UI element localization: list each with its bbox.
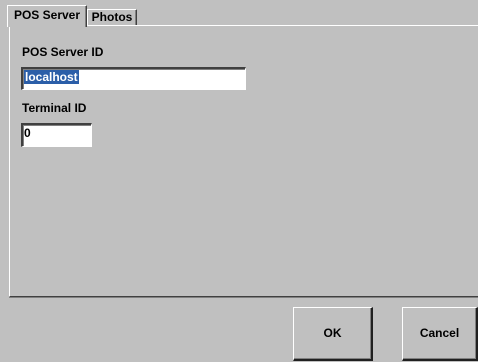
- pos-server-id-value: localhost: [24, 70, 79, 84]
- terminal-id-value: 0: [24, 126, 31, 140]
- cancel-button[interactable]: Cancel: [402, 307, 478, 361]
- ok-button[interactable]: OK: [293, 307, 373, 361]
- tab-photos[interactable]: Photos: [87, 9, 137, 26]
- pos-server-id-label: POS Server ID: [22, 45, 104, 59]
- tab-strip: POS Server Photos: [0, 0, 478, 27]
- terminal-id-label: Terminal ID: [22, 101, 87, 115]
- terminal-id-input[interactable]: 0: [21, 123, 92, 147]
- tab-pos-server[interactable]: POS Server: [7, 5, 87, 27]
- pos-server-id-input[interactable]: localhost: [21, 67, 246, 90]
- tab-panel-pos-server: POS Server ID localhost Terminal ID 0: [9, 25, 478, 297]
